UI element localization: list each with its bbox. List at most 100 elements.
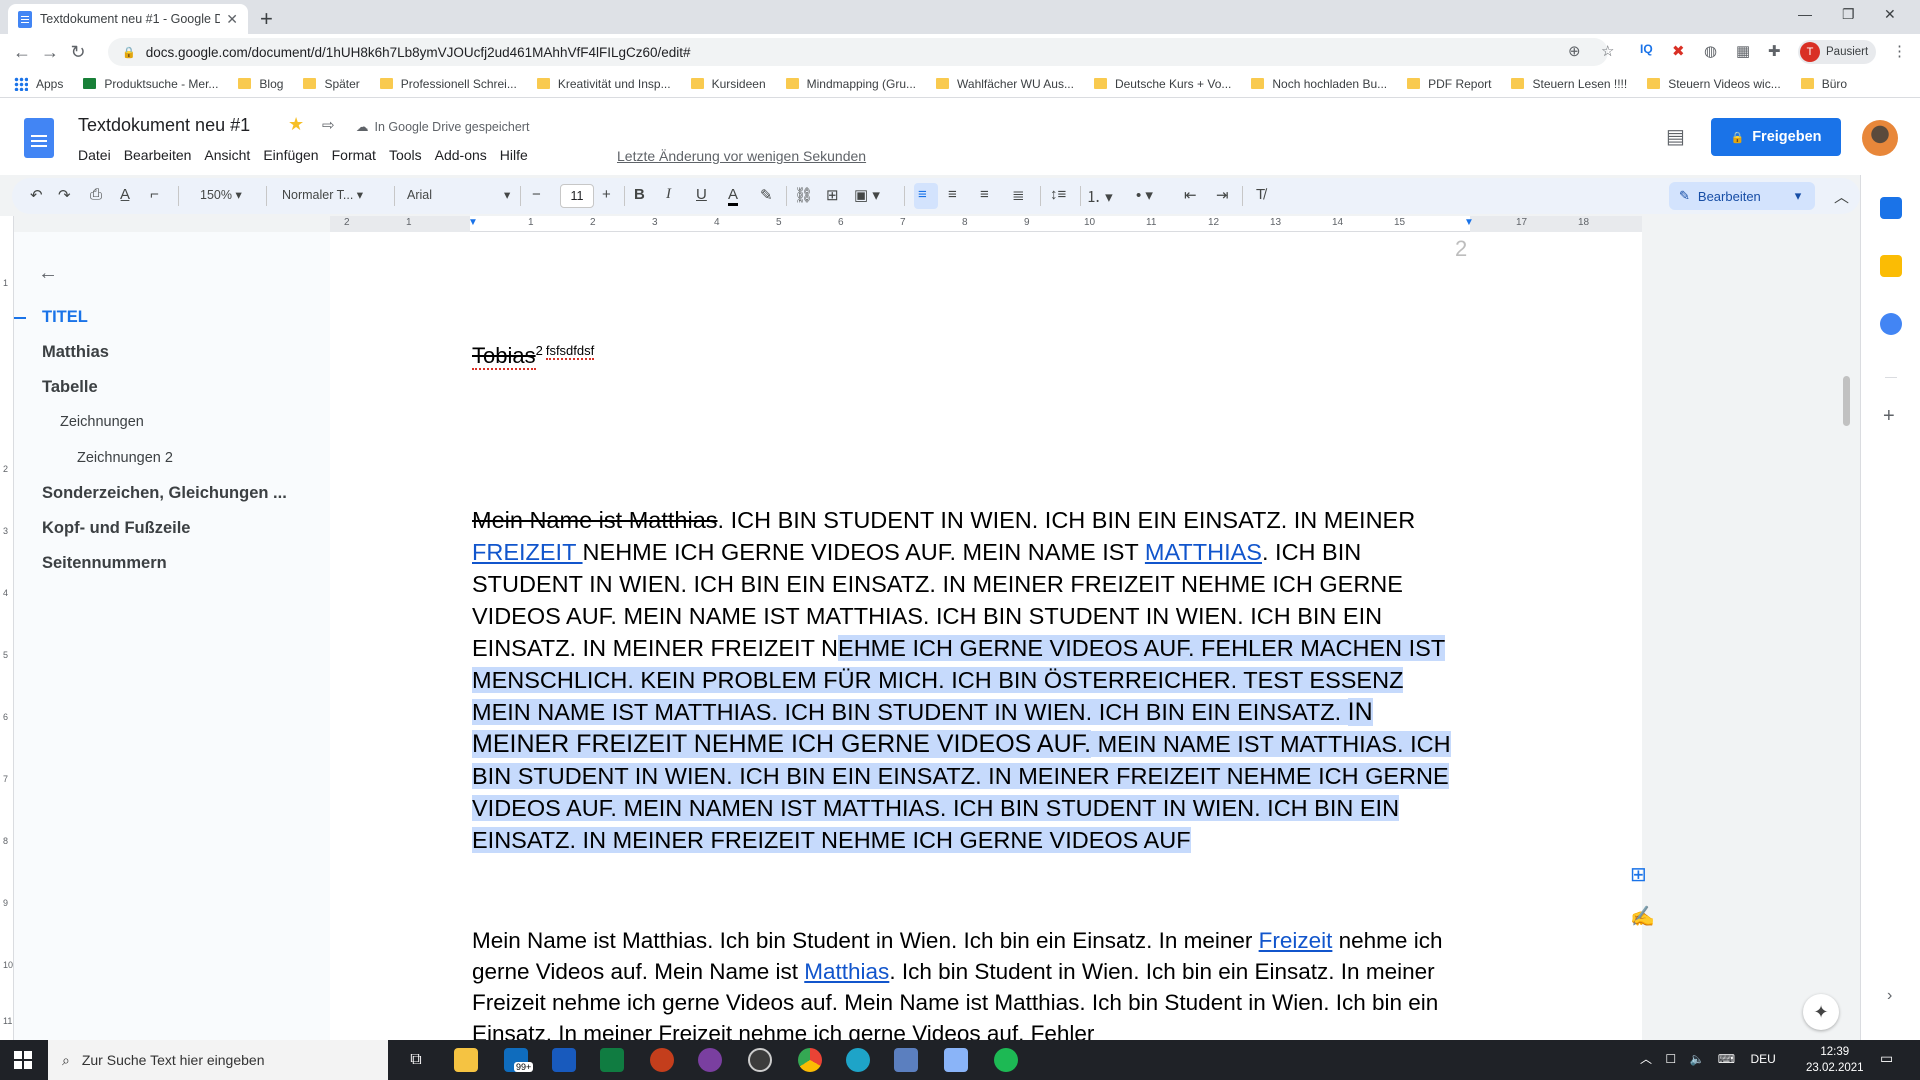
menu-datei[interactable]: Datei xyxy=(78,147,111,163)
last-edit-link[interactable]: Letzte Änderung vor wenigen Sekunden xyxy=(617,148,866,164)
paragraph[interactable]: Mein Name ist Matthias. Ich bin Student … xyxy=(472,925,1472,1040)
insert-comment-icon[interactable]: ⊞ xyxy=(826,186,839,204)
bookmark-folder[interactable]: PDF Report xyxy=(1407,77,1491,91)
calendar-icon[interactable] xyxy=(1880,197,1902,219)
link-icon[interactable]: ⛓ xyxy=(794,186,813,204)
browser-menu-icon[interactable]: ⋮ xyxy=(1892,42,1907,60)
comment-history-icon[interactable]: ▤ xyxy=(1666,124,1685,149)
bookmark-folder[interactable]: Noch hochladen Bu... xyxy=(1251,77,1387,91)
increase-indent-icon[interactable]: ⇥ xyxy=(1216,186,1229,204)
minimize-icon[interactable]: — xyxy=(1798,6,1812,22)
decrease-font-icon[interactable]: − xyxy=(532,186,541,203)
outline-item-sonderzeichen[interactable]: Sonderzeichen, Gleichungen ... xyxy=(42,484,287,503)
bulleted-list-icon[interactable]: • ▾ xyxy=(1136,186,1153,204)
paragraph-selected[interactable]: Mein Name ist Matthias. ICH BIN STUDENT … xyxy=(472,504,1472,856)
obs-icon[interactable] xyxy=(748,1048,772,1072)
font-size-input[interactable]: 11 xyxy=(560,184,594,208)
bookmark-folder[interactable]: Professionell Schrei... xyxy=(379,77,517,91)
line-spacing-icon[interactable]: ↕≡ xyxy=(1050,186,1066,203)
network-icon[interactable]: ☐ xyxy=(1665,1052,1676,1066)
bookmark-folder[interactable]: Kreativität und Insp... xyxy=(536,77,671,91)
bookmark-folder[interactable]: Steuern Videos wic... xyxy=(1647,77,1781,91)
highlight-icon[interactable]: ✎ xyxy=(760,186,773,204)
paint-format-icon[interactable]: ⌐ xyxy=(150,186,159,203)
add-comment-icon[interactable]: ⊞ xyxy=(1630,862,1647,887)
page-header-text[interactable]: Tobias2 fsfsdfdsf xyxy=(472,343,595,371)
keyboard-icon[interactable]: ⌨ xyxy=(1718,1052,1735,1066)
menu-einfuegen[interactable]: Einfügen xyxy=(263,147,318,163)
font-select[interactable]: Arial ▾ xyxy=(407,187,510,202)
redo-icon[interactable]: ↷ xyxy=(58,186,71,204)
editing-mode-select[interactable]: ✎ Bearbeiten ▾ xyxy=(1669,182,1815,210)
increase-font-icon[interactable]: + xyxy=(602,186,611,203)
add-addon-icon[interactable]: + xyxy=(1883,405,1895,428)
user-avatar[interactable] xyxy=(1862,120,1898,156)
edge-icon[interactable] xyxy=(846,1048,870,1072)
menu-ansicht[interactable]: Ansicht xyxy=(204,147,250,163)
spotify-icon[interactable] xyxy=(994,1048,1018,1072)
close-tab-icon[interactable]: ✕ xyxy=(226,11,238,28)
volume-icon[interactable]: 🔈 xyxy=(1689,1052,1704,1066)
browser-tab[interactable]: Textdokument neu #1 - Google Docs ✕ xyxy=(8,4,248,34)
link-freizeit[interactable]: Freizeit xyxy=(1259,928,1333,953)
menu-bearbeiten[interactable]: Bearbeiten xyxy=(124,147,192,163)
bookmark-folder[interactable]: Kursideen xyxy=(690,77,766,91)
link-matthias[interactable]: Matthias xyxy=(804,959,889,984)
extension-x-icon[interactable]: ✖ xyxy=(1672,42,1685,60)
outline-item-titel[interactable]: TITEL xyxy=(42,308,88,327)
bookmark-folder[interactable]: Wahlfächer WU Aus... xyxy=(936,77,1074,91)
bookmark-folder[interactable]: Mindmapping (Gru... xyxy=(785,77,916,91)
outline-item-kopf-fusszeile[interactable]: Kopf- und Fußzeile xyxy=(42,519,190,538)
bookmark-folder[interactable]: Büro xyxy=(1800,77,1847,91)
windows-start-icon[interactable] xyxy=(14,1051,32,1069)
star-icon[interactable]: ★ xyxy=(288,114,304,135)
reload-icon[interactable]: ↻ xyxy=(64,42,92,63)
numbered-list-icon[interactable]: ⒈ ▾ xyxy=(1086,186,1113,207)
saved-status[interactable]: ☁ In Google Drive gespeichert xyxy=(356,119,529,134)
outlook-icon[interactable]: 99+ xyxy=(504,1048,534,1072)
taskbar-search-box[interactable]: ⌕ Zur Suche Text hier eingeben xyxy=(48,1040,388,1080)
outline-item-zeichnungen-2[interactable]: Zeichnungen 2 xyxy=(77,450,173,466)
bookmark-folder[interactable]: Deutsche Kurs + Vo... xyxy=(1093,77,1231,91)
app-icon[interactable] xyxy=(894,1048,918,1072)
back-icon[interactable]: ← xyxy=(8,42,36,63)
powerpoint-icon[interactable] xyxy=(650,1048,674,1072)
move-folder-icon[interactable]: ⇨ xyxy=(322,116,335,134)
taskbar-clock[interactable]: 12:39 23.02.2021 xyxy=(1806,1044,1864,1076)
zoom-icon[interactable]: ⊕ xyxy=(1568,42,1581,60)
keep-icon[interactable] xyxy=(1880,255,1902,277)
outline-item-zeichnungen[interactable]: Zeichnungen xyxy=(60,414,144,430)
bookmark-apps[interactable]: Apps xyxy=(14,76,63,91)
file-explorer-icon[interactable] xyxy=(454,1048,478,1072)
window-close-icon[interactable]: ✕ xyxy=(1884,6,1896,23)
close-outline-arrow-icon[interactable]: ← xyxy=(38,262,58,285)
menu-addons[interactable]: Add-ons xyxy=(435,147,487,163)
menu-format[interactable]: Format xyxy=(332,147,376,163)
print-icon[interactable]: ⎙ xyxy=(90,186,102,203)
language-indicator[interactable]: DEU xyxy=(1750,1052,1775,1066)
notifications-icon[interactable]: ▭ xyxy=(1880,1050,1893,1067)
outline-item-seitennummern[interactable]: Seitennummern xyxy=(42,554,167,573)
text-color-icon[interactable]: A xyxy=(728,186,739,206)
align-right-icon[interactable]: ≡ xyxy=(980,186,989,203)
underline-icon[interactable]: U xyxy=(696,186,707,203)
menu-tools[interactable]: Tools xyxy=(389,147,422,163)
new-tab-button[interactable]: + xyxy=(260,6,273,32)
horizontal-ruler[interactable]: 2 1 ▼ 1 2 3 4 5 6 7 8 9 10 11 12 13 14 1… xyxy=(330,216,1642,232)
link-matthias[interactable]: MATTHIAS xyxy=(1145,539,1262,565)
extension-grid-icon[interactable]: ▦ xyxy=(1736,42,1750,60)
menu-hilfe[interactable]: Hilfe xyxy=(500,147,528,163)
outline-item-tabelle[interactable]: Tabelle xyxy=(42,378,98,397)
spellcheck-icon[interactable]: A̲ xyxy=(120,186,130,203)
undo-icon[interactable]: ↶ xyxy=(30,186,43,204)
extension-iq-icon[interactable]: IQ xyxy=(1640,42,1653,56)
docs-logo-icon[interactable] xyxy=(24,118,54,158)
vertical-ruler[interactable]: 1 2 3 4 5 6 7 8 9 10 11 xyxy=(0,216,14,1040)
extensions-puzzle-icon[interactable]: ✚ xyxy=(1768,42,1781,60)
collapse-menus-icon[interactable]: ︿ xyxy=(1834,186,1849,207)
bookmark-item[interactable]: Produktsuche - Mer... xyxy=(83,77,218,91)
bookmark-folder[interactable]: Später xyxy=(303,77,360,91)
app-icon[interactable] xyxy=(698,1048,722,1072)
share-button[interactable]: 🔒 Freigeben xyxy=(1711,118,1841,156)
bookmark-folder[interactable]: Steuern Lesen !!!! xyxy=(1511,77,1627,91)
